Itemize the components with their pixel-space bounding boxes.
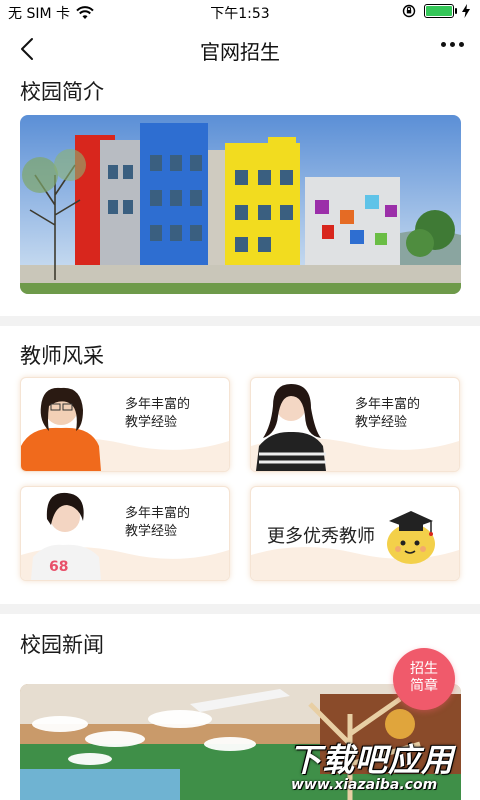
site-watermark: 下载吧应用 www.xiazaiba.com: [285, 735, 475, 797]
teacher-card[interactable]: 多年丰富的 教学经验: [250, 377, 460, 472]
teacher-desc-line2: 教学经验: [125, 415, 178, 430]
status-bar: 无 SIM 卡 下午1:53: [0, 0, 480, 24]
teacher-photo: [256, 384, 326, 471]
watermark-main: 下载吧应用: [289, 741, 455, 779]
nav-bar: 官网招生: [0, 24, 480, 74]
campus-building-image[interactable]: [20, 115, 461, 294]
page-title: 官网招生: [200, 40, 280, 64]
graduation-mascot-icon: [387, 511, 435, 564]
teacher-card[interactable]: 68 多年丰富的 教学经验: [20, 486, 230, 581]
teacher-desc-line1: 多年丰富的: [125, 397, 191, 412]
more-teachers-card[interactable]: 更多优秀教师: [250, 486, 460, 581]
status-right: [402, 4, 470, 18]
section-title-teachers: 教师风采: [20, 344, 104, 368]
teacher-desc-line2: 教学经验: [125, 524, 178, 539]
charging-icon: [462, 4, 470, 18]
teacher-description: 多年丰富的 教学经验: [125, 396, 225, 432]
teacher-photo: [21, 387, 101, 471]
section-divider: [0, 316, 480, 326]
teacher-desc-line1: 多年丰富的: [355, 397, 421, 412]
teacher-description: 多年丰富的 教学经验: [125, 505, 225, 541]
section-title-news: 校园新闻: [20, 633, 104, 657]
battery-icon: [424, 4, 457, 18]
more-dots-icon[interactable]: [441, 42, 464, 47]
orientation-lock-icon: [402, 4, 416, 18]
enroll-badge-line2: 简章: [410, 678, 438, 694]
teacher-photo: 68: [31, 492, 101, 580]
more-teachers-label: 更多优秀教师: [267, 526, 375, 547]
enroll-badge-line1: 招生: [410, 661, 438, 677]
teacher-desc-line1: 多年丰富的: [125, 506, 191, 521]
teacher-card[interactable]: 多年丰富的 教学经验: [20, 377, 230, 472]
section-title-intro: 校园简介: [20, 80, 104, 104]
svg-text:68: 68: [49, 559, 68, 575]
teacher-desc-line2: 教学经验: [355, 415, 408, 430]
watermark-url: www.xiazaiba.com: [291, 777, 438, 793]
enroll-brochure-button[interactable]: 招生 简章: [393, 648, 455, 710]
teacher-description: 多年丰富的 教学经验: [355, 396, 455, 432]
section-divider: [0, 604, 480, 614]
